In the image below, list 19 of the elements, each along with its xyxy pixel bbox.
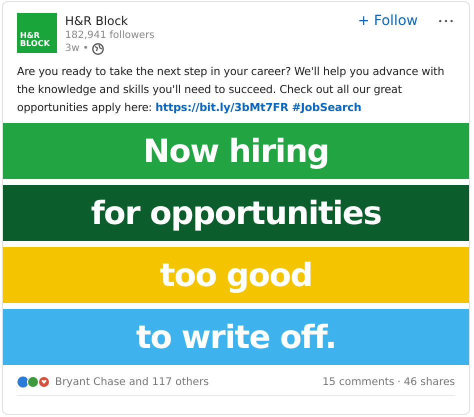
reaction-summary[interactable]: Bryant Chase and 117 others [55,376,322,388]
share-count[interactable]: 46 shares [404,376,455,388]
more-button[interactable]: ••• [438,17,455,26]
banner-headline: to write off. [136,317,336,357]
author-name[interactable]: H&R Block [65,14,358,29]
banner-headline: for opportunities [90,193,382,233]
comment-count[interactable]: 15 comments [322,376,394,388]
follower-count: 182,941 followers [65,29,156,42]
post-age: 3w • [65,42,89,55]
hashtag-link[interactable]: #JobSearch [292,101,362,114]
globe-icon [92,42,104,54]
banner-headline: too good [160,255,312,295]
banner-headline: Now hiring [143,131,329,171]
follow-button[interactable]: + Follow [358,13,418,29]
company-logo[interactable]: H&R BLOCK [17,13,57,53]
url-link[interactable]: https://bit.ly/3bMt7FR [155,101,288,114]
post-text: Are you ready to take the next step in your career? We'll help you advance with the knowledge and skills you'll need to succeed. Check out all our great opportunities apply here: https://bit.ly/3bMt7FR #JobSearch [17,64,446,116]
reactions-icon [17,376,51,388]
separator-dot: · [397,376,401,388]
